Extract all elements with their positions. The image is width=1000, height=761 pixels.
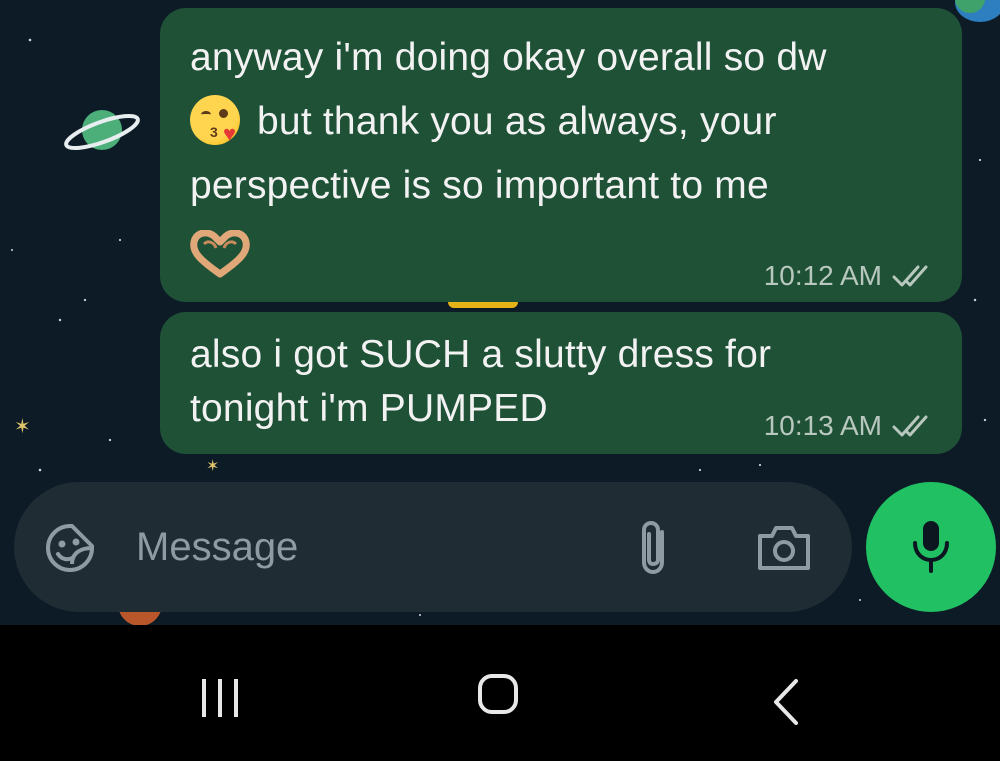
star-decoration: ✶ <box>14 416 31 438</box>
home-icon[interactable] <box>478 674 518 714</box>
outgoing-message[interactable]: also i got SUCH a slutty dress for tonigh… <box>160 312 962 454</box>
message-meta: 10:13 AM <box>764 410 936 442</box>
back-icon[interactable] <box>770 677 802 727</box>
message-line: tonight i'm PUMPED <box>190 387 548 430</box>
message-composer: Message <box>14 482 852 612</box>
attach-icon[interactable] <box>632 518 676 578</box>
mic-icon <box>913 521 949 573</box>
read-receipt-icon <box>892 265 928 287</box>
message-line: but thank you as always, your <box>257 100 777 143</box>
planet-decoration <box>64 110 140 151</box>
read-receipt-icon <box>892 415 928 437</box>
mic-button[interactable] <box>866 482 996 612</box>
recents-icon[interactable] <box>198 677 242 719</box>
message-line: anyway i'm doing okay overall so dw <box>190 36 827 79</box>
message-input[interactable]: Message <box>136 520 298 574</box>
message-meta: 10:12 AM <box>764 260 936 292</box>
face-blowing-a-kiss-emoji: 3 ♥ <box>190 94 240 145</box>
message-time: 10:13 AM <box>763 410 882 441</box>
message-line: also i got SUCH a slutty dress for <box>190 333 772 376</box>
message-text: anyway i'm doing okay overall so dw 3 ♥ bu… <box>190 26 934 282</box>
camera-icon[interactable] <box>754 522 814 574</box>
message-line: perspective is so important to me <box>190 164 769 207</box>
outgoing-message[interactable]: anyway i'm doing okay overall so dw 3 ♥ bu… <box>160 8 962 302</box>
star-decoration: ✶ <box>206 458 220 475</box>
heart-hands-emoji <box>190 229 250 278</box>
message-time: 10:12 AM <box>763 260 882 291</box>
sticker-icon[interactable] <box>44 522 96 574</box>
